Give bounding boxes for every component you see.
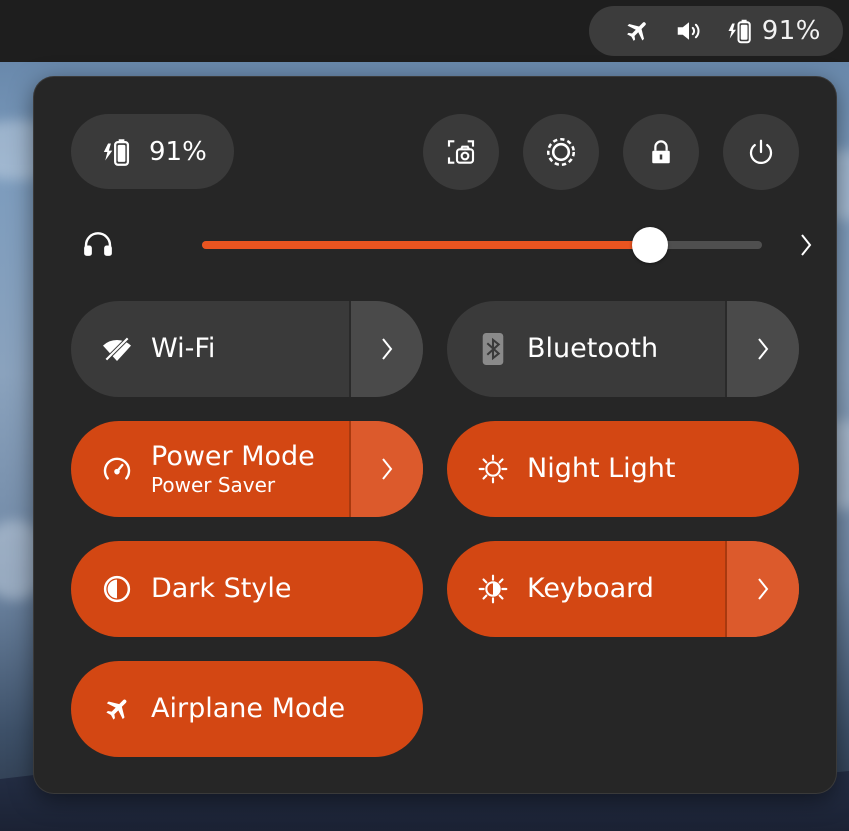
power-icon — [746, 137, 776, 167]
tile-label: Keyboard — [527, 573, 654, 604]
screenshot-camera-icon — [445, 136, 477, 168]
bluetooth-menu-button[interactable] — [725, 301, 799, 397]
system-tray[interactable]: 91% — [589, 6, 843, 56]
keyboard-menu-button[interactable] — [725, 541, 799, 637]
airplane-icon — [622, 16, 652, 46]
chevron-right-icon — [753, 573, 773, 605]
keyboard-toggle[interactable]: Keyboard — [447, 541, 725, 637]
dark-style-toggle[interactable]: Dark Style — [71, 541, 423, 637]
volume-slider-fill — [202, 241, 650, 249]
chevron-right-icon — [753, 333, 773, 365]
tile-label: Night Light — [527, 453, 676, 484]
keyboard-brightness-icon — [477, 573, 509, 605]
quick-settings-panel: 91% Wi-Fi Bluetooth Power Mode Power Sav… — [34, 77, 836, 793]
battery-charging-icon — [726, 16, 756, 46]
power-button[interactable] — [723, 114, 799, 190]
airplane-icon — [101, 693, 133, 725]
airplane-mode-toggle[interactable]: Airplane Mode — [71, 661, 423, 757]
tile-power-mode[interactable]: Power Mode Power Saver — [71, 421, 423, 517]
dark-style-icon — [101, 573, 133, 605]
power-mode-toggle[interactable]: Power Mode Power Saver — [71, 421, 349, 517]
wifi-disabled-icon — [101, 333, 133, 365]
tile-label: Dark Style — [151, 573, 292, 604]
chevron-right-icon — [377, 333, 397, 365]
tile-keyboard[interactable]: Keyboard — [447, 541, 799, 637]
power-mode-menu-button[interactable] — [349, 421, 423, 517]
tile-sublabel: Power Saver — [151, 473, 276, 497]
top-bar: 91% — [0, 0, 849, 62]
bluetooth-icon — [477, 333, 509, 365]
night-light-toggle[interactable]: Night Light — [447, 421, 799, 517]
lock-button[interactable] — [623, 114, 699, 190]
lock-icon — [646, 137, 676, 167]
gear-icon — [544, 135, 578, 169]
settings-button[interactable] — [523, 114, 599, 190]
tile-label: Wi-Fi — [151, 333, 216, 364]
night-light-icon — [477, 453, 509, 485]
volume-control — [82, 225, 812, 265]
battery-percent-label: 91% — [149, 136, 207, 167]
power-mode-gauge-icon — [101, 453, 133, 485]
bluetooth-toggle[interactable]: Bluetooth — [447, 301, 725, 397]
wifi-toggle[interactable]: Wi-Fi — [71, 301, 349, 397]
tile-night-light[interactable]: Night Light — [447, 421, 799, 517]
battery-status-button[interactable]: 91% — [71, 114, 234, 189]
volume-slider-knob[interactable] — [632, 227, 668, 263]
tile-dark-style[interactable]: Dark Style — [71, 541, 423, 637]
tile-label: Airplane Mode — [151, 693, 346, 724]
volume-slider[interactable] — [202, 227, 762, 263]
tray-battery-percent: 91% — [761, 16, 821, 46]
wifi-menu-button[interactable] — [349, 301, 423, 397]
tile-label: Power Mode — [151, 441, 315, 472]
battery-charging-icon — [101, 135, 135, 169]
chevron-right-icon[interactable] — [796, 229, 816, 261]
tile-bluetooth[interactable]: Bluetooth — [447, 301, 799, 397]
tile-label: Bluetooth — [527, 333, 659, 364]
tile-airplane-mode[interactable]: Airplane Mode — [71, 661, 423, 757]
tile-wifi[interactable]: Wi-Fi — [71, 301, 423, 397]
chevron-right-icon — [377, 453, 397, 485]
headphones-icon — [82, 228, 114, 260]
volume-icon — [674, 16, 704, 46]
screenshot-button[interactable] — [423, 114, 499, 190]
